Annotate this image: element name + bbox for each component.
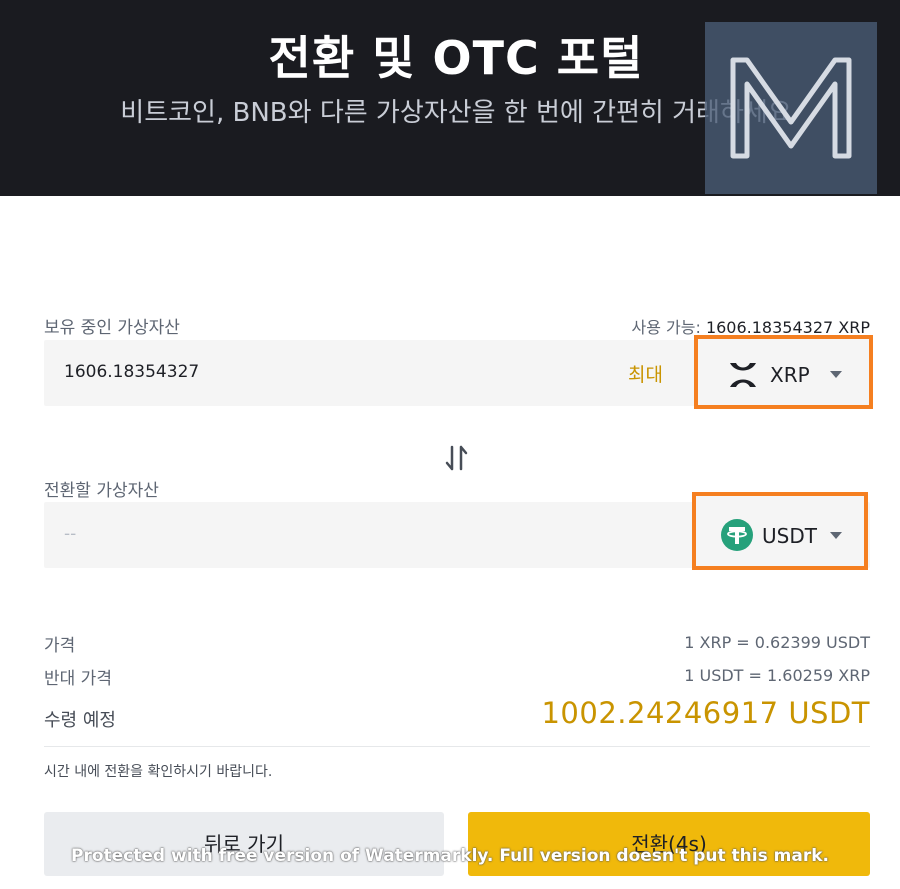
from-coin-select[interactable]: XRP [694,335,873,409]
to-label: 전환할 가상자산 [44,481,159,501]
available-label: 사용 가능: [631,318,701,337]
to-coin-name: USDT [762,524,817,548]
inverse-price-row: 반대 가격 1 USDT = 1.60259 XRP [44,664,870,689]
chevron-down-icon [830,371,842,378]
receive-label: 수령 예정 [44,710,116,731]
divider [44,746,870,747]
inverse-price-label: 반대 가격 [44,669,112,689]
back-button[interactable]: 뒤로 가기 [44,812,444,876]
to-amount-placeholder: -- [64,524,77,544]
inverse-price-value: 1 USDT = 1.60259 XRP [684,666,870,685]
page-header: 전환 및 OTC 포털 비트코인, BNB와 다른 가상자산을 한 번에 간편히… [0,0,900,196]
swap-arrows-icon [445,445,468,471]
swap-direction-button[interactable] [444,443,470,473]
xrp-icon [730,363,756,387]
m-logo-icon [730,57,852,159]
to-coin-select[interactable]: USDT [692,492,868,570]
price-value: 1 XRP = 0.62399 USDT [684,633,870,652]
receive-row: 수령 예정 1002.24246917 USDT [44,696,870,731]
chevron-down-icon [830,532,842,539]
from-label: 보유 중인 가상자산 [44,318,180,338]
brand-logo: M [705,22,877,194]
convert-button[interactable]: 전환(4s) [468,812,870,876]
from-coin-name: XRP [770,363,810,387]
confirm-note: 시간 내에 전환을 확인하시기 바랍니다. [44,764,273,780]
from-amount-value[interactable]: 1606.18354327 [64,362,199,382]
price-row: 가격 1 XRP = 0.62399 USDT [44,631,870,656]
tether-icon [721,519,753,551]
watermark-text: Protected with free version of Watermark… [70,846,829,866]
receive-value: 1002.24246917 USDT [541,696,870,730]
price-label: 가격 [44,636,76,656]
max-button[interactable]: 최대 [628,360,663,387]
